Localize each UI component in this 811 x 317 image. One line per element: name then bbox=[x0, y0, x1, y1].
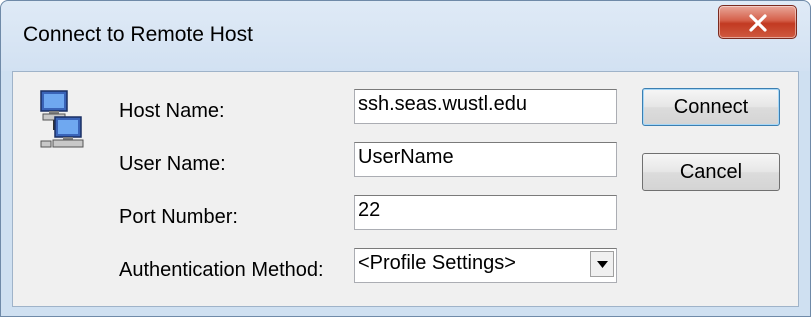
title-bar[interactable]: Connect to Remote Host bbox=[1, 1, 810, 71]
connect-dialog: Connect to Remote Host Host Name: ssh.se… bbox=[0, 0, 811, 317]
authentication-method-value: <Profile Settings> bbox=[358, 252, 516, 274]
user-name-label: User Name: bbox=[119, 153, 226, 175]
user-name-input[interactable]: UserName bbox=[354, 142, 617, 177]
cancel-button[interactable]: Cancel bbox=[642, 153, 780, 191]
dropdown-button[interactable] bbox=[590, 251, 614, 277]
host-name-label: Host Name: bbox=[119, 100, 225, 122]
port-number-input[interactable]: 22 bbox=[354, 195, 617, 230]
port-number-label: Port Number: bbox=[119, 206, 238, 228]
network-computers-icon bbox=[39, 89, 85, 158]
authentication-method-label: Authentication Method: bbox=[119, 259, 324, 281]
dialog-body: Host Name: ssh.seas.wustl.edu User Name:… bbox=[12, 71, 799, 307]
authentication-method-select[interactable]: <Profile Settings> bbox=[354, 248, 617, 283]
connect-button[interactable]: Connect bbox=[642, 88, 780, 126]
close-button[interactable] bbox=[718, 5, 797, 39]
window-title: Connect to Remote Host bbox=[23, 23, 253, 46]
host-name-input[interactable]: ssh.seas.wustl.edu bbox=[354, 89, 617, 124]
